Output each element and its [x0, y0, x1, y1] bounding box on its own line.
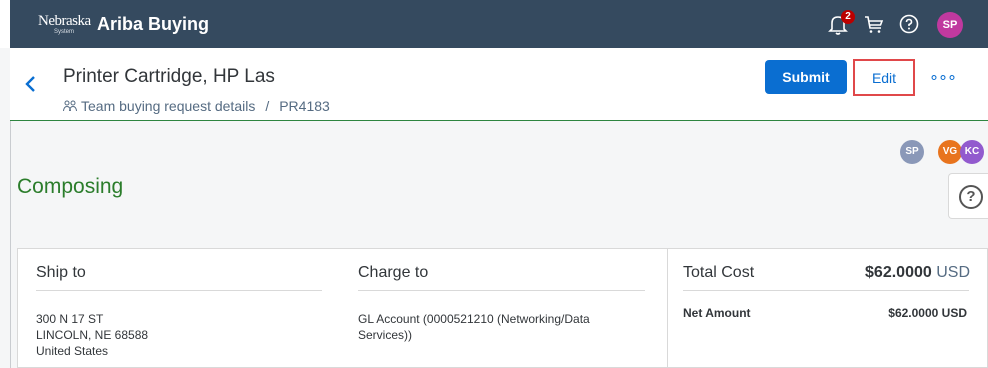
total-cost-currency: USD: [936, 264, 970, 281]
notification-badge: 2: [841, 10, 855, 24]
page-title: Printer Cartridge, HP Las: [63, 66, 275, 87]
cost-divider-vertical: [667, 249, 668, 368]
participant-avatar-sp[interactable]: SP: [900, 140, 924, 164]
logo-text: Nebraska: [38, 13, 91, 29]
shell-bar: Nebraska System Ariba Buying 2 SP: [0, 0, 988, 48]
nebraska-logo[interactable]: Nebraska System: [38, 12, 91, 40]
request-id: PR4183: [279, 98, 330, 114]
participant-avatar-vg[interactable]: VG: [938, 140, 962, 164]
ship-to-divider: [36, 290, 322, 291]
ship-to-heading: Ship to: [36, 264, 86, 281]
breadcrumb: Team buying request details / PR4183: [63, 98, 330, 114]
back-chevron-icon[interactable]: [24, 74, 38, 94]
participant-avatar-kc[interactable]: KC: [960, 140, 984, 164]
cart-icon[interactable]: [862, 12, 886, 36]
breadcrumb-link[interactable]: Team buying request details: [81, 98, 255, 114]
total-cost-divider: [683, 290, 969, 291]
breadcrumb-separator: /: [265, 98, 270, 114]
logo-subtext: System: [54, 29, 75, 35]
status-label: Composing: [17, 175, 124, 198]
user-avatar[interactable]: SP: [937, 12, 963, 38]
object-header: Printer Cartridge, HP Las Team buying re…: [10, 48, 988, 121]
help-circle-icon[interactable]: [897, 12, 921, 36]
charge-to-line2: Services)): [358, 328, 413, 342]
summary-card: Ship to 300 N 17 ST LINCOLN, NE 68588 Un…: [17, 248, 988, 368]
total-cost-amount: $62.0000: [865, 264, 932, 281]
window-edge: [0, 0, 10, 48]
submit-button[interactable]: Submit: [765, 60, 847, 94]
page-left-border: [10, 121, 11, 368]
app-title: Ariba Buying: [97, 14, 210, 34]
total-cost-heading: Total Cost: [683, 264, 755, 281]
ship-to-line2: LINCOLN, NE 68588: [36, 328, 149, 342]
total-cost-value: $62.0000 USD: [865, 264, 970, 282]
question-icon: ?: [959, 185, 983, 209]
ship-to-line1: 300 N 17 ST: [36, 312, 104, 326]
edit-button[interactable]: Edit: [853, 59, 915, 96]
net-amount-value: $62.0000 USD: [888, 306, 967, 320]
team-icon: [63, 99, 77, 112]
charge-to-heading: Charge to: [358, 264, 429, 281]
charge-to-line1: GL Account (0000521210 (Networking/Data: [358, 312, 590, 326]
charge-to-divider: [358, 290, 645, 291]
net-amount-label: Net Amount: [683, 306, 751, 320]
more-options-button[interactable]: ∘∘∘: [929, 63, 957, 91]
help-button[interactable]: ?: [948, 173, 988, 219]
ship-to-line3: United States: [36, 344, 109, 358]
